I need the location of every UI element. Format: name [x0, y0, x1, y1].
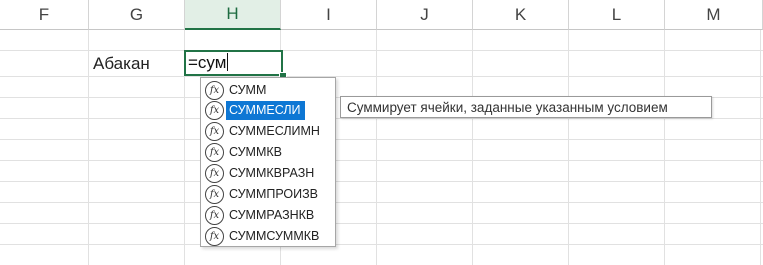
spreadsheet: F G H I J K L M Абакан =сум fx СУММ fx СУМ…: [0, 0, 763, 265]
column-header-label: L: [611, 4, 622, 24]
grid-line: [0, 223, 763, 224]
column-header-label: M: [706, 4, 721, 24]
autocomplete-item-label: СУММЕСЛИМН: [229, 123, 320, 138]
column-header-label: I: [326, 4, 331, 24]
grid-line: [0, 160, 763, 161]
autocomplete-item-label: СУММКВРАЗН: [229, 165, 315, 180]
column-header-f[interactable]: F: [0, 0, 89, 30]
function-description-tooltip: Суммирует ячейки, заданные указанным усл…: [340, 96, 712, 118]
grid-line: [0, 50, 763, 51]
column-header-j[interactable]: J: [377, 0, 473, 30]
function-icon: fx: [205, 184, 224, 204]
function-icon: fx: [205, 226, 224, 246]
autocomplete-item-label: СУММ: [229, 82, 267, 97]
autocomplete-item-label: СУММЕСЛИ: [226, 100, 305, 120]
function-icon: fx: [205, 100, 224, 120]
grid-line: [0, 139, 763, 140]
function-icon: fx: [205, 163, 224, 183]
column-header-label: H: [226, 4, 239, 23]
grid-line: [760, 30, 761, 265]
grid-line: [664, 30, 665, 265]
column-header-m[interactable]: M: [665, 0, 763, 30]
autocomplete-item-summsummkv[interactable]: fx СУММСУММКВ: [202, 226, 334, 246]
cell-g-value[interactable]: Абакан: [93, 54, 150, 74]
column-header-h[interactable]: H: [185, 0, 281, 30]
column-header-l[interactable]: L: [569, 0, 665, 30]
function-icon: fx: [205, 80, 224, 100]
autocomplete-item-label: СУММРАЗНКВ: [229, 207, 315, 222]
autocomplete-item-summkv[interactable]: fx СУММКВ: [202, 142, 334, 162]
grid-line: [0, 118, 763, 119]
function-icon: fx: [205, 121, 224, 141]
grid-line: [0, 244, 763, 245]
column-header-i[interactable]: I: [281, 0, 377, 30]
column-header-label: F: [38, 4, 50, 24]
autocomplete-item-label: СУММКВ: [229, 144, 282, 159]
function-icon: fx: [205, 205, 224, 225]
function-icon: fx: [205, 142, 224, 162]
grid-line: [376, 30, 377, 265]
autocomplete-item-summesli[interactable]: fx СУММЕСЛИ: [202, 100, 334, 120]
text-caret: [227, 53, 229, 71]
function-autocomplete-list: fx СУММ fx СУММЕСЛИ fx СУММЕСЛИМН fx СУММКВ …: [200, 77, 336, 247]
grid-line: [0, 76, 763, 77]
grid-line: [0, 202, 763, 203]
formula-edit-text[interactable]: =сум: [188, 53, 229, 73]
autocomplete-item-label: СУММСУММКВ: [229, 228, 320, 243]
column-header-label: G: [129, 4, 144, 24]
autocomplete-item-summproizv[interactable]: fx СУММПРОИЗВ: [202, 184, 334, 204]
autocomplete-item-label: СУММПРОИЗВ: [229, 186, 319, 201]
grid-line: [0, 181, 763, 182]
autocomplete-item-summ[interactable]: fx СУММ: [202, 80, 334, 100]
grid-line: [472, 30, 473, 265]
grid-line: [88, 30, 89, 265]
autocomplete-item-summraznkv[interactable]: fx СУММРАЗНКВ: [202, 205, 334, 225]
grid-line: [568, 30, 569, 265]
column-header-g[interactable]: G: [89, 0, 185, 30]
column-header-k[interactable]: K: [473, 0, 569, 30]
autocomplete-item-summkvrazn[interactable]: fx СУММКВРАЗН: [202, 163, 334, 183]
autocomplete-item-summeslimn[interactable]: fx СУММЕСЛИМН: [202, 121, 334, 141]
column-header-label: K: [514, 4, 527, 24]
formula-text: =сум: [188, 53, 227, 72]
column-header-label: J: [420, 4, 429, 24]
